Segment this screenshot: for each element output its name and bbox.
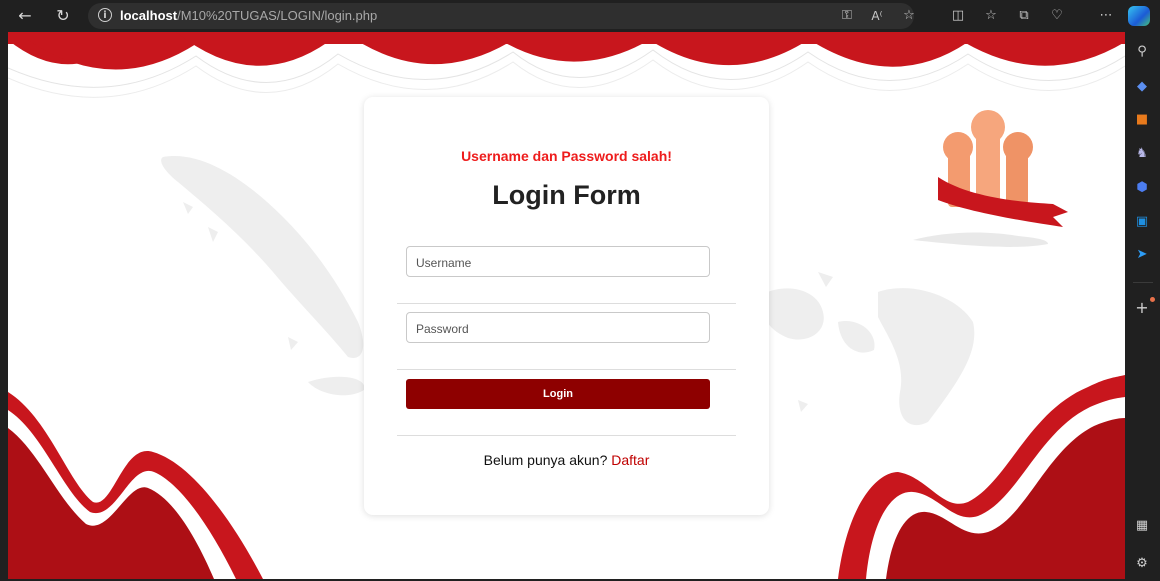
register-prompt: Belum punya akun? Daftar (364, 452, 769, 468)
copilot-icon[interactable]: ⬢ (1132, 178, 1152, 198)
login-card: Username dan Password salah! Login Form … (364, 97, 769, 515)
key-icon[interactable]: ⚿ (837, 6, 857, 26)
settings-icon[interactable]: ⚙ (1132, 554, 1152, 574)
address-bar[interactable]: i localhost/M10%20TUGAS/LOGIN/login.php (88, 3, 914, 29)
screenshot-icon[interactable]: ▦ (1132, 516, 1152, 536)
password-placeholder: Password (416, 322, 469, 336)
url-path: /M10%20TUGAS/LOGIN/login.php (177, 8, 378, 23)
add-icon[interactable]: + (1132, 298, 1152, 318)
divider (397, 435, 736, 436)
register-prompt-text: Belum punya akun? (483, 452, 612, 468)
login-button[interactable]: Login (406, 379, 710, 409)
sidebar-divider (1133, 282, 1153, 283)
password-input[interactable]: Password (406, 312, 710, 343)
more-icon[interactable]: ⋯ (1096, 6, 1116, 26)
profile-icon[interactable] (1128, 6, 1150, 26)
username-placeholder: Username (416, 256, 472, 270)
favorites-icon[interactable]: ☆ (981, 6, 1001, 26)
info-icon[interactable]: i (98, 8, 112, 22)
notification-dot (1150, 297, 1155, 302)
divider (397, 303, 736, 304)
divider (397, 369, 736, 370)
split-screen-icon[interactable]: ◫ (948, 6, 968, 26)
browser-sidebar: ⚲ ◆ ■ ♞ ⬢ ▣ ➤ + ▦ ⚙ (1125, 32, 1160, 581)
games-icon[interactable]: ♞ (1132, 144, 1152, 164)
favorite-star-icon[interactable]: ☆ (899, 6, 919, 26)
url-text[interactable]: localhost/M10%20TUGAS/LOGIN/login.php (120, 8, 377, 23)
login-title: Login Form (492, 180, 641, 210)
search-icon[interactable]: ⚲ (1132, 42, 1152, 62)
register-link[interactable]: Daftar (611, 452, 649, 468)
bottom-left-flag-wave (8, 392, 263, 579)
top-curtain (8, 32, 1125, 98)
tools-icon[interactable]: ■ (1132, 110, 1152, 130)
browser-toolbar: ← ↻ i localhost/M10%20TUGAS/LOGIN/login.… (0, 0, 1160, 32)
health-icon[interactable]: ♡ (1047, 6, 1067, 26)
outlook-icon[interactable]: ▣ (1132, 212, 1152, 232)
url-host: localhost (120, 8, 178, 23)
error-message: Username dan Password salah! (461, 148, 672, 164)
send-icon[interactable]: ➤ (1132, 245, 1152, 265)
collections-icon[interactable]: ⧉ (1014, 6, 1034, 26)
read-aloud-icon[interactable]: A⁽ (867, 6, 887, 26)
page-viewport: Username dan Password salah! Login Form … (8, 32, 1125, 579)
shopping-tag-icon[interactable]: ◆ (1132, 77, 1152, 97)
refresh-icon[interactable]: ↻ (51, 4, 75, 28)
raised-fists-illustration (913, 110, 1068, 247)
back-arrow-icon[interactable]: ← (13, 4, 37, 28)
username-input[interactable]: Username (406, 246, 710, 277)
bottom-right-flag-wave (838, 375, 1125, 579)
